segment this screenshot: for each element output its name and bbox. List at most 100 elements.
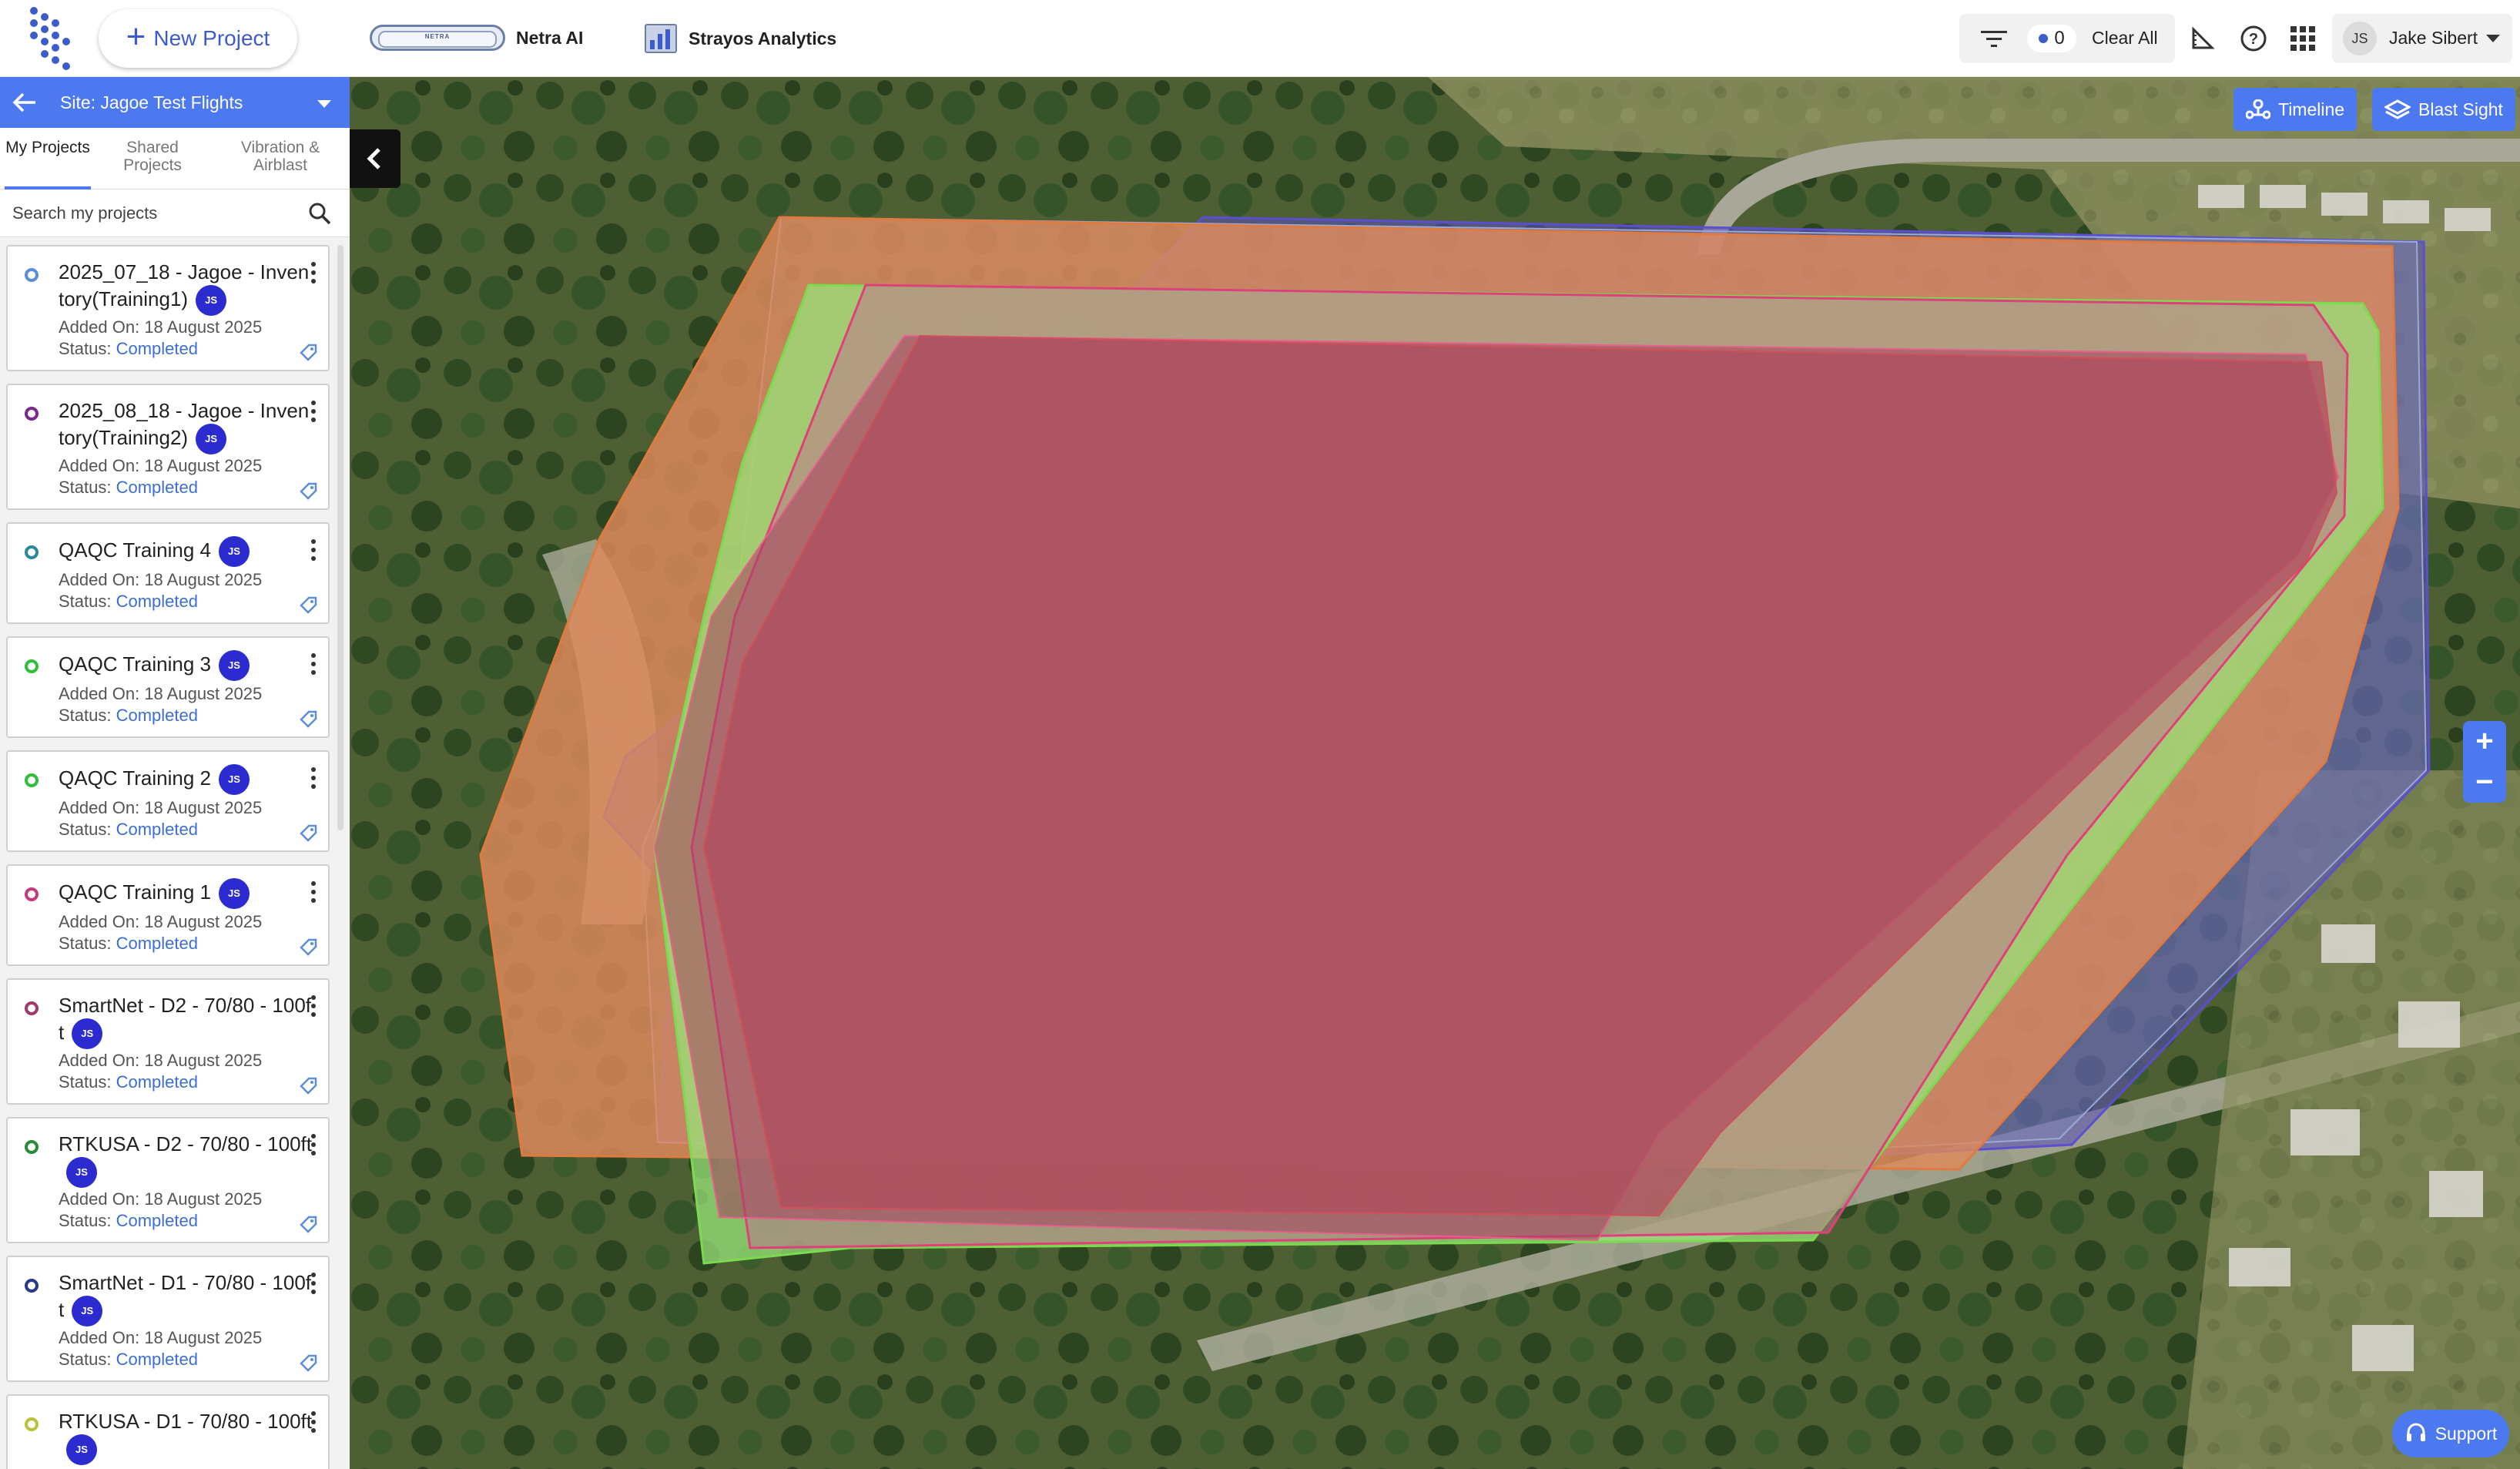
project-title: RTKUSA - D1 - 70/80 - 100ftJS xyxy=(59,1408,313,1465)
status-prefix: Status: xyxy=(59,1350,116,1369)
filter-count-badge[interactable]: 0 xyxy=(2027,25,2076,52)
apps-grid-icon[interactable] xyxy=(2289,25,2317,52)
project-card[interactable]: QAQC Training 2 JS Added On: 18 August 202… xyxy=(6,750,330,852)
timeline-label: Timeline xyxy=(2278,99,2345,119)
status-value[interactable]: Completed xyxy=(116,1072,198,1092)
netra-pill-text: NETRA xyxy=(424,33,451,40)
more-vert-icon[interactable] xyxy=(310,653,317,676)
more-vert-icon[interactable] xyxy=(310,881,317,904)
tag-icon[interactable] xyxy=(299,1214,319,1234)
user-menu[interactable]: JS Jake Sibert xyxy=(2332,14,2512,63)
more-vert-icon[interactable] xyxy=(310,262,317,285)
project-card[interactable]: QAQC Training 3 JS Added On: 18 August 202… xyxy=(6,636,330,738)
status-value[interactable]: Completed xyxy=(116,934,198,953)
support-button[interactable]: Support xyxy=(2392,1410,2509,1457)
satellite-map-with-polygons[interactable] xyxy=(350,77,2520,1469)
project-title-text: QAQC Training 1 xyxy=(59,880,211,904)
avatar: JS xyxy=(2343,22,2377,55)
back-arrow-icon[interactable] xyxy=(12,91,37,114)
sidebar-scrollbar[interactable] xyxy=(337,245,343,830)
help-icon[interactable]: ? xyxy=(2240,25,2267,52)
status-value[interactable]: Completed xyxy=(116,1211,198,1230)
user-name: Jake Sibert xyxy=(2389,28,2478,48)
status-value[interactable]: Completed xyxy=(116,339,198,358)
added-on-prefix: Added On: xyxy=(59,1189,145,1209)
owner-initials-badge: JS xyxy=(218,650,250,681)
status-value[interactable]: Completed xyxy=(116,820,198,839)
caret-down-icon[interactable] xyxy=(317,100,331,108)
project-card[interactable]: RTKUSA - D2 - 70/80 - 100ftJS Added On: 1… xyxy=(6,1117,330,1243)
status-ring-icon xyxy=(25,659,39,673)
more-vert-icon[interactable] xyxy=(310,1134,317,1157)
status-prefix: Status: xyxy=(59,706,116,725)
more-vert-icon[interactable] xyxy=(310,995,317,1018)
zoom-out-button[interactable]: − xyxy=(2463,762,2506,803)
clear-all-button[interactable]: Clear All xyxy=(2092,28,2158,49)
added-on-prefix: Added On: xyxy=(59,456,145,475)
status-ring-icon xyxy=(25,773,39,787)
timeline-button[interactable]: Timeline xyxy=(2233,88,2357,131)
status-prefix: Status: xyxy=(59,820,116,839)
added-on-prefix: Added On: xyxy=(59,317,145,337)
tab-my-projects[interactable]: My Projects xyxy=(5,139,91,156)
project-card[interactable]: SmartNet - D2 - 70/80 - 100ft JS Added On:… xyxy=(6,978,330,1105)
site-name: Site: Jagoe Test Flights xyxy=(60,92,243,112)
more-vert-icon[interactable] xyxy=(310,401,317,424)
added-on-date: 18 August 2025 xyxy=(144,317,263,337)
status-prefix: Status: xyxy=(59,934,116,953)
filter-group: 0 Clear All xyxy=(1959,14,2175,63)
status-prefix: Status: xyxy=(59,478,116,497)
filter-icon[interactable] xyxy=(1981,29,2007,49)
tag-icon[interactable] xyxy=(299,1075,319,1095)
status-ring-icon xyxy=(25,1279,39,1293)
tag-icon[interactable] xyxy=(299,823,319,843)
search-icon[interactable] xyxy=(308,202,331,225)
added-on-text: Added On: 18 August 2025 xyxy=(59,683,262,706)
added-on-text: Added On: 18 August 2025 xyxy=(59,1465,262,1469)
tab-vibration-airblast[interactable]: Vibration & Airblast xyxy=(226,139,334,174)
project-card[interactable]: QAQC Training 1 JS Added On: 18 August 202… xyxy=(6,864,330,966)
measure-icon[interactable] xyxy=(2190,26,2215,51)
blast-sight-button[interactable]: Blast Sight xyxy=(2372,88,2515,131)
added-on-prefix: Added On: xyxy=(59,912,145,931)
site-selector[interactable]: Site: Jagoe Test Flights xyxy=(0,77,350,128)
project-title: QAQC Training 2 JS xyxy=(59,764,313,795)
status-value[interactable]: Completed xyxy=(116,478,198,497)
headset-icon xyxy=(2406,1423,2425,1441)
project-card[interactable]: 2025_08_18 - Jagoe - Inventory(Training2… xyxy=(6,384,330,510)
status-prefix: Status: xyxy=(59,592,116,611)
tag-icon[interactable] xyxy=(299,937,319,957)
new-project-button[interactable]: + New Project xyxy=(99,9,297,68)
top-bar: + New Project NETRA Netra AI Strayos Ana… xyxy=(0,0,2520,77)
tag-icon[interactable] xyxy=(299,595,319,615)
added-on-text: Added On: 18 August 2025 xyxy=(59,797,262,820)
tab-shared-projects[interactable]: Shared Projects xyxy=(108,139,197,174)
strayos-logo-icon[interactable] xyxy=(28,6,71,71)
project-card[interactable]: RTKUSA - D1 - 70/80 - 100ftJSAdded On: 1… xyxy=(6,1394,330,1469)
more-vert-icon[interactable] xyxy=(310,1273,317,1296)
search-input[interactable] xyxy=(12,199,290,228)
tag-icon[interactable] xyxy=(299,709,319,729)
netra-ai-link[interactable]: NETRA Netra AI xyxy=(370,25,583,51)
more-vert-icon[interactable] xyxy=(310,539,317,562)
tag-icon[interactable] xyxy=(299,1353,319,1373)
status-prefix: Status: xyxy=(59,1211,116,1230)
project-card[interactable]: QAQC Training 4 JS Added On: 18 August 202… xyxy=(6,522,330,624)
zoom-in-button[interactable]: + xyxy=(2463,721,2506,762)
project-card[interactable]: SmartNet - D1 - 70/80 - 100ft JS Added On:… xyxy=(6,1256,330,1382)
project-title: QAQC Training 1 JS xyxy=(59,878,313,909)
status-value[interactable]: Completed xyxy=(116,706,198,725)
more-vert-icon[interactable] xyxy=(310,1411,317,1434)
more-vert-icon[interactable] xyxy=(310,767,317,790)
collapse-sidebar-button[interactable] xyxy=(350,129,400,188)
status-value[interactable]: Completed xyxy=(116,592,198,611)
timeline-icon xyxy=(2246,99,2270,119)
tag-icon[interactable] xyxy=(299,342,319,362)
map-view[interactable] xyxy=(350,77,2520,1469)
status-prefix: Status: xyxy=(59,339,116,358)
strayos-analytics-link[interactable]: Strayos Analytics xyxy=(644,23,836,54)
status-prefix: Status: xyxy=(59,1072,116,1092)
status-value[interactable]: Completed xyxy=(116,1350,198,1369)
tag-icon[interactable] xyxy=(299,481,319,501)
project-card[interactable]: 2025_07_18 - Jagoe - Inventory(Training1… xyxy=(6,245,330,371)
